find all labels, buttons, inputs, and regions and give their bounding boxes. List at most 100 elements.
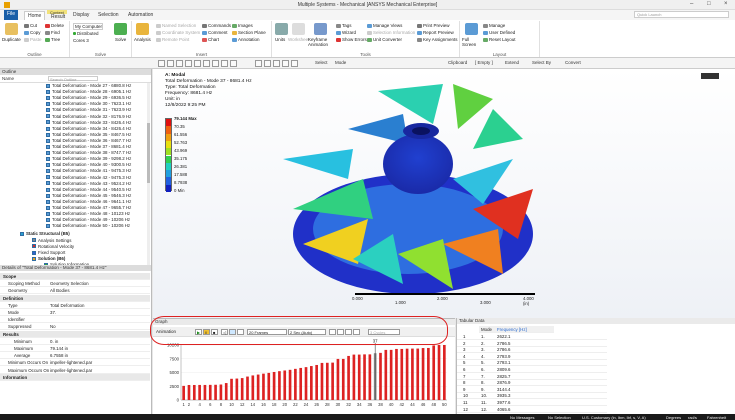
details-row[interactable]: Minimum 0. in — [0, 338, 150, 345]
tree-item-mode-result[interactable]: Total Deformation - Mode 29 - 6936.5 Hz — [46, 95, 131, 101]
angle-unit-status[interactable]: Degrees — [666, 415, 681, 420]
tree-item-mode-result[interactable]: Total Deformation - Mode 35 - 8467.5 Hz — [46, 132, 131, 138]
select-edge-icon[interactable] — [273, 60, 280, 67]
zoom-in-icon[interactable] — [337, 329, 344, 335]
unit-converter-button[interactable]: Unit Converter — [367, 37, 402, 42]
pause-icon[interactable]: ‖ — [203, 329, 210, 335]
magnifier-icon[interactable] — [203, 60, 210, 67]
full-screen-button[interactable]: Full Screen — [462, 37, 482, 47]
commands-button[interactable]: Commands — [202, 23, 231, 28]
reset-layout-button[interactable]: Reset Layout — [483, 37, 516, 42]
tree-item-mode-result[interactable]: Total Deformation - Mode 49 - 10206 Hz — [46, 217, 130, 223]
tree-item-mode-result[interactable]: Total Deformation - Mode 37 - 8681.4 Hz — [46, 144, 131, 150]
select-by-dropdown[interactable]: Select By — [532, 60, 551, 65]
convert-dropdown[interactable]: Convert — [565, 60, 581, 65]
tab-file[interactable]: File — [4, 10, 19, 20]
tree-item-fixed-support[interactable]: Fixed Support — [32, 250, 65, 256]
tree-item-mode-result[interactable]: Total Deformation - Mode 45 - 9546.3 Hz — [46, 193, 131, 199]
tree-item-static-structural[interactable]: Static Structural (B5) — [20, 231, 70, 237]
solver-select[interactable]: My Computer — [73, 23, 103, 30]
annotation-button[interactable]: Annotation — [232, 37, 260, 42]
tree-item-solution[interactable]: Solution (B6) — [32, 256, 65, 262]
details-row[interactable]: Scoping Method Geometry Selection — [0, 280, 150, 288]
tree-item-mode-result[interactable]: Total Deformation - Mode 48 - 10123 Hz — [46, 211, 130, 217]
comment-button[interactable]: Comment — [202, 30, 228, 35]
extend-dropdown[interactable]: Extend — [505, 60, 519, 65]
report-preview-button[interactable]: Report Preview — [417, 30, 454, 35]
tree-item-mode-result[interactable]: Total Deformation - Mode 33 - 8426.4 Hz — [46, 120, 131, 126]
column-frequency[interactable]: Frequency [Hz] — [497, 327, 527, 332]
tree-item-mode-result[interactable]: Total Deformation - Mode 39 - 9298.2 Hz — [46, 156, 131, 162]
close-icon[interactable]: × — [724, 1, 728, 7]
chart-button[interactable]: Chart — [202, 37, 219, 42]
coordinate-system-button[interactable]: Coordinate System — [156, 30, 200, 35]
impeller-model[interactable] — [153, 69, 735, 318]
mode-dropdown[interactable]: Mode — [335, 60, 346, 65]
user-defined-button[interactable]: User Defined — [483, 30, 515, 35]
stop-icon[interactable]: ■ — [211, 329, 218, 335]
images-button[interactable]: Images — [232, 23, 253, 28]
previous-view-icon[interactable] — [212, 60, 219, 67]
messages-status[interactable]: No Messages — [510, 415, 534, 420]
details-row[interactable]: Maximum Occurs On impeller-lightened.par — [0, 367, 150, 374]
details-section-header[interactable]: Results — [0, 330, 150, 338]
tree-item-mode-result[interactable]: Total Deformation - Mode 40 - 9300.5 Hz — [46, 162, 131, 168]
tree-button[interactable]: Tree — [45, 37, 60, 42]
tree-item-mode-result[interactable]: Total Deformation - Mode 42 - 9475.3 Hz — [46, 175, 131, 181]
zoom-fit-icon[interactable] — [329, 329, 336, 335]
details-row[interactable]: Average 6.7558 in — [0, 352, 150, 360]
tree-item-mode-result[interactable]: Total Deformation - Mode 38 - 8747.7 Hz — [46, 150, 131, 156]
copy-button[interactable]: Copy — [24, 30, 41, 35]
tree-item-mode-result[interactable]: Total Deformation - Mode 44 - 9540.5 Hz — [46, 187, 131, 193]
select-point-icon[interactable] — [255, 60, 262, 67]
cut-button[interactable]: Cut — [24, 23, 37, 28]
selection-information-button[interactable]: Selection Information — [367, 30, 415, 35]
zoom-icon[interactable] — [176, 60, 183, 67]
keyframe-animation-button[interactable]: Keyframe Animation — [308, 37, 334, 47]
zoom-out-icon[interactable] — [345, 329, 352, 335]
wizard-button[interactable]: Wizard — [336, 30, 356, 35]
print-preview-button[interactable]: Print Preview — [417, 23, 450, 28]
cycles-select[interactable]: 3 Cycles — [368, 329, 400, 335]
details-row[interactable]: Type Total Deformation — [0, 302, 150, 309]
manage-button[interactable]: Manage — [483, 23, 505, 28]
duplicate-button[interactable]: Duplicate — [2, 37, 21, 42]
next-view-icon[interactable] — [221, 60, 228, 67]
clipboard-dropdown[interactable]: Clipboard — [448, 60, 467, 65]
key-assignments-button[interactable]: Key Assignments — [417, 37, 458, 42]
table-row[interactable]: 12 12. 4065.6 — [457, 406, 607, 413]
graphics-viewport[interactable]: A: Modal Total Deformation - Mode 37 - 8… — [153, 69, 735, 318]
rate-unit-status[interactable]: rad/s — [688, 415, 697, 420]
tags-button[interactable]: Tags — [336, 23, 352, 28]
tree-item-analysis-settings[interactable]: Analysis Settings — [32, 238, 71, 244]
tab-selection[interactable]: Selection — [95, 11, 122, 20]
pan-icon[interactable] — [167, 60, 174, 67]
details-row[interactable]: Maximum 79.144 in — [0, 345, 150, 352]
export-video-icon[interactable] — [237, 329, 244, 335]
quick-launch-input[interactable]: Quick Launch — [634, 11, 729, 18]
tab-automation[interactable]: Automation — [125, 11, 156, 20]
distributed-frames-icon[interactable] — [229, 329, 236, 335]
tree-item-mode-result[interactable]: Total Deformation - Mode 31 - 7623.9 Hz — [46, 107, 131, 113]
tree-item-mode-result[interactable]: Total Deformation - Mode 28 - 6905.1 Hz — [46, 89, 131, 95]
unit-system-status[interactable]: U.S. Customary (in, lbm, lbf, s, V, A) — [582, 415, 646, 420]
select-body-icon[interactable] — [291, 60, 298, 67]
details-row[interactable]: Identifier — [0, 316, 150, 324]
remote-point-button[interactable]: Remote Point — [156, 37, 189, 42]
details-section-header[interactable]: Definition — [0, 294, 150, 302]
details-section-header[interactable]: Scope — [0, 273, 150, 280]
minimize-icon[interactable]: – — [690, 1, 693, 7]
tree-item-mode-result[interactable]: Total Deformation - Mode 47 - 9655.7 Hz — [46, 205, 131, 211]
tree-item-mode-result[interactable]: Total Deformation - Mode 36 - 8467.7 Hz — [46, 138, 131, 144]
outline-scroll-thumb[interactable] — [147, 123, 150, 183]
distributed-checkbox[interactable]: Distributed — [73, 31, 99, 36]
duration-select[interactable]: 2 Sec (Auto) — [288, 329, 326, 335]
select-face-icon[interactable] — [282, 60, 289, 67]
delete-button[interactable]: Delete — [45, 23, 64, 28]
tree-item-mode-result[interactable]: Total Deformation - Mode 43 - 9524.2 Hz — [46, 181, 131, 187]
paste-button[interactable]: Paste — [24, 37, 42, 42]
tree-item-mode-result[interactable]: Total Deformation - Mode 46 - 9641.1 Hz — [46, 199, 131, 205]
export-icon[interactable] — [353, 329, 360, 335]
box-zoom-icon[interactable] — [185, 60, 192, 67]
rotate-icon[interactable] — [158, 60, 165, 67]
